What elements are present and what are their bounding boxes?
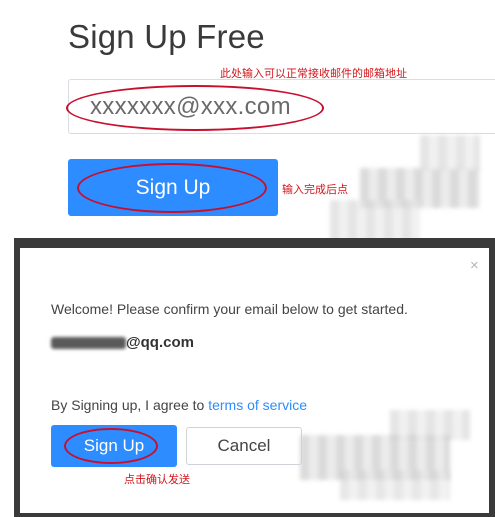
annotation-signup-note: 输入完成后点 [282,183,348,196]
welcome-message: Welcome! Please confirm your email below… [51,301,408,317]
redacted-email-user [51,337,126,349]
signup-button[interactable]: Sign Up [68,159,278,216]
blur-patch [420,135,480,170]
annotation-confirm-note: 点击确认发送 [124,473,190,486]
terms-agreement-text: By Signing up, I agree to [51,397,209,413]
close-icon[interactable]: × [470,258,479,273]
cancel-button[interactable]: Cancel [186,427,302,465]
terms-agreement: By Signing up, I agree to terms of servi… [51,397,307,413]
terms-of-service-link[interactable]: terms of service [208,397,307,413]
email-input-value: xxxxxxx@xxx.com [90,93,291,120]
blur-patch [340,470,450,500]
dialog-signup-button[interactable]: Sign Up [51,425,177,467]
confirm-email-domain: @qq.com [126,334,194,351]
blur-patch [330,200,420,242]
blur-patch [390,410,470,440]
page-title: Sign Up Free [68,18,265,55]
